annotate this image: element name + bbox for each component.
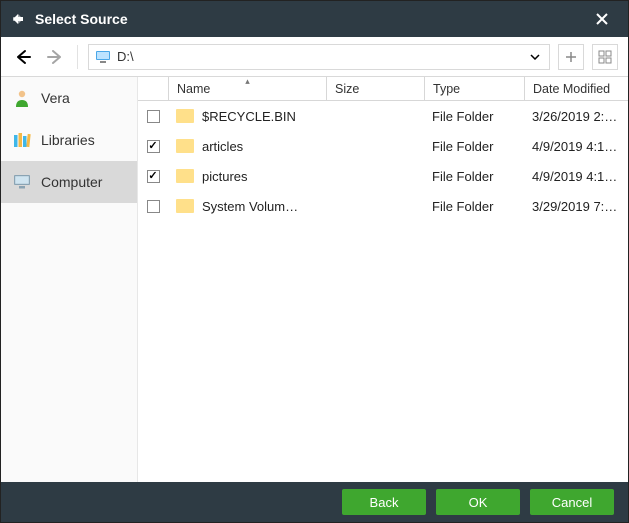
app-icon <box>9 10 27 28</box>
sidebar: Vera Libraries Computer <box>1 77 138 482</box>
table-row[interactable]: articles File Folder4/9/2019 4:10 PM <box>138 131 628 161</box>
path-input[interactable]: D:\ <box>88 44 550 70</box>
body: Vera Libraries Computer ▴ Name <box>1 77 628 482</box>
file-type: File Folder <box>424 199 524 214</box>
file-type: File Folder <box>424 109 524 124</box>
nav-toolbar: D:\ <box>1 37 628 77</box>
file-date: 4/9/2019 4:10 PM <box>524 139 628 154</box>
row-checkbox[interactable] <box>147 110 160 123</box>
sidebar-item-vera[interactable]: Vera <box>1 77 137 119</box>
new-folder-button[interactable] <box>558 44 584 70</box>
sidebar-item-label: Libraries <box>41 132 95 148</box>
column-date[interactable]: Date Modified <box>524 77 628 100</box>
file-name: articles <box>202 139 243 154</box>
libraries-icon <box>13 131 31 149</box>
table-row[interactable]: System Volum… File Folder3/29/2019 7:00 P… <box>138 191 628 221</box>
sidebar-item-label: Vera <box>41 90 70 106</box>
file-rows: $RECYCLE.BINFile Folder3/26/2019 2:51 PM… <box>138 101 628 482</box>
column-headers: ▴ Name Size Type Date Modified <box>138 77 628 101</box>
computer-icon <box>13 173 31 191</box>
window-title: Select Source <box>35 11 584 27</box>
ok-button[interactable]: OK <box>436 489 520 515</box>
footer: Back OK Cancel <box>1 482 628 522</box>
file-type: File Folder <box>424 139 524 154</box>
file-date: 3/29/2019 7:00 PM <box>524 199 628 214</box>
file-list: ▴ Name Size Type Date Modified $RECYCLE.… <box>138 77 628 482</box>
user-icon <box>13 89 31 107</box>
path-text: D:\ <box>117 49 134 64</box>
file-date: 3/26/2019 2:51 PM <box>524 109 628 124</box>
column-type[interactable]: Type <box>424 77 524 100</box>
monitor-icon <box>95 50 111 64</box>
sidebar-item-libraries[interactable]: Libraries <box>1 119 137 161</box>
select-source-window: Select Source D:\ <box>0 0 629 523</box>
column-name[interactable]: ▴ Name <box>168 77 326 100</box>
divider <box>77 45 78 69</box>
file-date: 4/9/2019 4:10 PM <box>524 169 628 184</box>
sort-indicator-icon: ▴ <box>245 76 250 87</box>
folder-icon <box>176 199 194 213</box>
back-footer-button[interactable]: Back <box>342 489 426 515</box>
view-mode-button[interactable] <box>592 44 618 70</box>
row-checkbox[interactable] <box>147 200 160 213</box>
column-size[interactable]: Size <box>326 77 424 100</box>
file-name: $RECYCLE.BIN <box>202 109 296 124</box>
folder-icon <box>176 169 194 183</box>
folder-icon <box>176 109 194 123</box>
titlebar: Select Source <box>1 1 628 37</box>
table-row[interactable]: $RECYCLE.BIN File Folder3/26/2019 2:51 PM <box>138 101 628 131</box>
forward-button[interactable] <box>43 45 67 69</box>
column-checkbox[interactable] <box>138 77 168 100</box>
path-dropdown-button[interactable] <box>527 49 543 65</box>
sidebar-item-label: Computer <box>41 174 102 190</box>
row-checkbox[interactable] <box>147 170 160 183</box>
cancel-button[interactable]: Cancel <box>530 489 614 515</box>
folder-icon <box>176 139 194 153</box>
close-button[interactable] <box>584 1 620 37</box>
row-checkbox[interactable] <box>147 140 160 153</box>
file-type: File Folder <box>424 169 524 184</box>
sidebar-item-computer[interactable]: Computer <box>1 161 137 203</box>
file-name: System Volum… <box>202 199 298 214</box>
file-name: pictures <box>202 169 248 184</box>
back-button[interactable] <box>11 45 35 69</box>
table-row[interactable]: pictures File Folder4/9/2019 4:10 PM <box>138 161 628 191</box>
